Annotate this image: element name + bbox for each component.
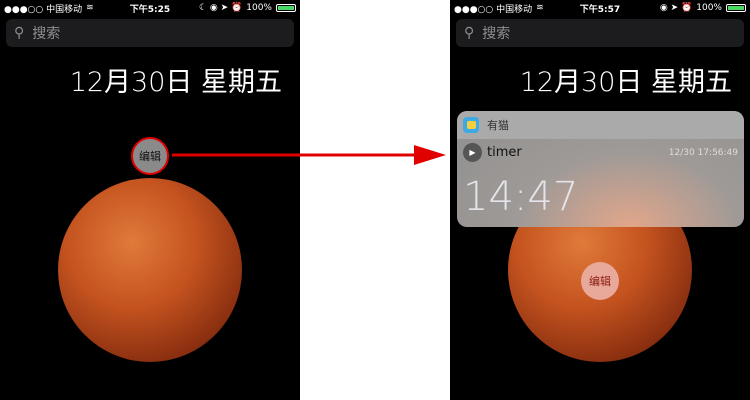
search-bar[interactable]: ⚲ 搜索 [6, 19, 294, 47]
search-icon: ⚲ [464, 25, 475, 41]
timer-notification[interactable]: 有猫 ▶ timer 12/30 17:56:49 14:47 [457, 111, 744, 227]
carrier: ●●●○○ 中国移动 [454, 4, 533, 15]
notification-title: timer [487, 145, 522, 160]
battery-icon [725, 4, 746, 12]
clock: 下午5:25 [129, 4, 171, 15]
app-icon [463, 117, 479, 133]
phone-screen-before: ●●●○○ 中国移动 ≋ 下午5:25 ☾ ◉ ➤ ⏰ 100% ⚲ 搜索 12月30… [0, 0, 300, 400]
search-icon: ⚲ [14, 25, 25, 41]
clock: 下午5:57 [579, 4, 621, 15]
date-label: 12月30日 星期五 [69, 67, 282, 98]
status-icons: ☾ ◉ ➤ ⏰ [198, 3, 243, 13]
timer-value: 14:47 [463, 174, 579, 220]
status-bar: ●●●○○ 中国移动 ≋ 下午5:25 ☾ ◉ ➤ ⏰ 100% [0, 0, 300, 16]
phone-screen-after: ●●●○○ 中国移动 ≋ 下午5:57 ◉ ➤ ⏰ 100% ⚲ 搜索 12月30日 … [450, 0, 750, 400]
search-placeholder: 搜索 [32, 26, 61, 42]
battery-percent: 100% [246, 3, 272, 13]
search-placeholder: 搜索 [482, 26, 511, 42]
mars-wallpaper [58, 178, 242, 362]
battery-icon [275, 4, 296, 12]
app-name: 有猫 [487, 119, 509, 132]
carrier: ●●●○○ 中国移动 [4, 4, 83, 15]
wifi-icon: ≋ [86, 3, 94, 13]
wifi-icon: ≋ [536, 3, 544, 13]
status-bar: ●●●○○ 中国移动 ≋ 下午5:57 ◉ ➤ ⏰ 100% [450, 0, 750, 16]
arrow [172, 145, 446, 165]
date-label: 12月30日 星期五 [519, 67, 732, 98]
notification-timestamp: 12/30 17:56:49 [668, 147, 738, 158]
edit-button[interactable]: 编辑 [131, 137, 169, 175]
battery-percent: 100% [696, 3, 722, 13]
search-bar[interactable]: ⚲ 搜索 [456, 19, 744, 47]
edit-button[interactable]: 编辑 [581, 262, 619, 300]
status-icons: ◉ ➤ ⏰ [659, 3, 693, 13]
play-icon[interactable]: ▶ [463, 143, 482, 162]
